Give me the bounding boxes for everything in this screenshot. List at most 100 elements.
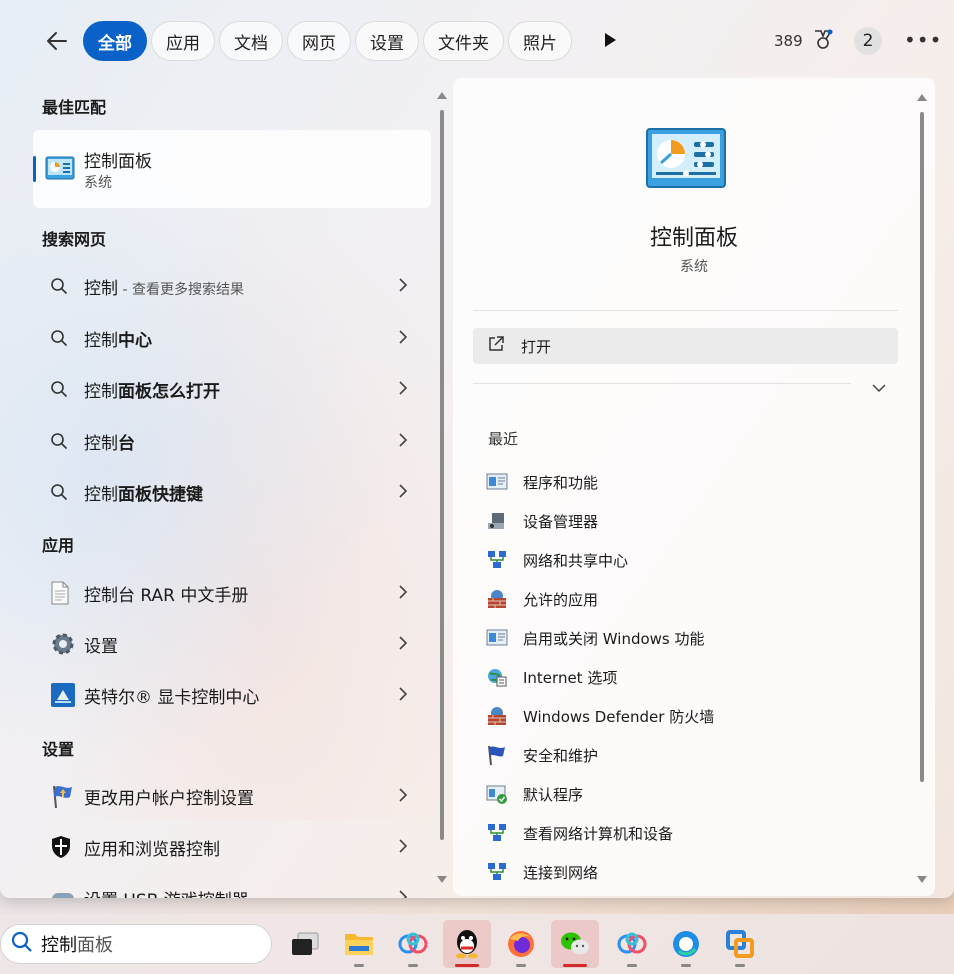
scroll-down-arrow[interactable] [917, 876, 927, 883]
tab-all[interactable]: 全部 [83, 21, 147, 61]
setting-item[interactable]: 应用和浏览器控制 [44, 827, 422, 867]
control-panel-icon [45, 156, 75, 186]
more-tabs-play-icon[interactable] [603, 32, 617, 52]
back-arrow-icon[interactable] [44, 28, 70, 54]
file-explorer-icon[interactable] [335, 920, 383, 968]
internet-options-icon [486, 666, 508, 688]
scroll-up-arrow[interactable] [917, 94, 927, 101]
chevron-down-icon[interactable] [872, 378, 886, 397]
programs-icon [486, 471, 508, 493]
network-icon [486, 549, 508, 571]
tab-web[interactable]: 网页 [287, 21, 351, 61]
search-suggestion-text: 面板 [77, 935, 113, 956]
running-indicator [455, 964, 479, 967]
firefox-icon[interactable] [497, 920, 545, 968]
web-result-item[interactable]: 控制面板怎么打开 [44, 369, 422, 409]
web-result-item[interactable]: 控制台 [44, 421, 422, 461]
baidu-netdisk-icon[interactable] [389, 920, 437, 968]
divider [473, 383, 851, 384]
web-result-item[interactable]: 控制中心 [44, 318, 422, 358]
tab-photos[interactable]: 照片 [508, 21, 572, 61]
chevron-right-icon [398, 889, 408, 898]
chevron-right-icon [398, 838, 408, 859]
recent-item[interactable]: 默认程序 [486, 779, 583, 809]
recent-item[interactable]: 启用或关闭 Windows 功能 [486, 623, 705, 653]
firewall-icon [486, 588, 508, 610]
running-indicator [627, 964, 637, 967]
detail-pane: 控制面板 系统 打开 最近 程序和功能 设备管理器 网络和共享中心 允许的应用 … [453, 78, 935, 896]
best-match-subtitle: 系统 [84, 175, 112, 191]
wechat-icon[interactable] [551, 920, 599, 968]
app-icon[interactable] [716, 920, 764, 968]
divider [473, 310, 898, 311]
tab-documents[interactable]: 文档 [219, 21, 283, 61]
web-result-item[interactable]: 控制 - 查看更多搜索结果 [44, 266, 422, 306]
taskbar: 控制面板 [0, 914, 954, 974]
right-scrollbar[interactable] [920, 112, 924, 782]
qq-icon[interactable] [443, 920, 491, 968]
recent-item[interactable]: 允许的应用 [486, 584, 598, 614]
open-button[interactable]: 打开 [473, 328, 898, 364]
recent-item[interactable]: Internet 选项 [486, 662, 617, 692]
app-item[interactable]: 控制台 RAR 中文手册 [44, 573, 422, 613]
search-icon [44, 432, 76, 450]
recent-header: 最近 [488, 430, 519, 448]
chevron-right-icon [398, 432, 408, 453]
selection-indicator [33, 156, 36, 182]
edge-browser-icon[interactable] [662, 920, 710, 968]
running-indicator [354, 964, 364, 967]
uac-flag-icon [44, 783, 76, 809]
best-match-title: 控制面板 [84, 152, 152, 172]
default-programs-icon [486, 783, 508, 805]
chevron-right-icon [398, 584, 408, 605]
recent-item[interactable]: 查看网络计算机和设备 [486, 818, 673, 848]
search-typed-text: 控制 [41, 935, 77, 956]
scroll-down-arrow[interactable] [437, 876, 447, 883]
app-item[interactable]: 英特尔® 显卡控制中心 [44, 675, 422, 715]
chevron-right-icon [398, 686, 408, 707]
intel-graphics-icon [44, 682, 76, 708]
tab-settings[interactable]: 设置 [355, 21, 419, 61]
chevron-right-icon [398, 483, 408, 504]
web-search-header: 搜索网页 [42, 230, 107, 249]
tab-folders[interactable]: 文件夹 [423, 21, 504, 61]
windows-features-icon [486, 627, 508, 649]
chevron-right-icon [398, 277, 408, 298]
chevron-right-icon [398, 635, 408, 656]
chevron-right-icon [398, 380, 408, 401]
recent-item[interactable]: Windows Defender 防火墙 [486, 701, 714, 731]
recent-item[interactable]: 设备管理器 [486, 506, 598, 536]
task-view-icon[interactable] [281, 920, 329, 968]
device-manager-icon [486, 510, 508, 532]
rewards-medal-icon[interactable] [812, 29, 834, 55]
more-options-icon[interactable]: ••• [904, 28, 942, 52]
setting-item[interactable]: 更改用户帐户控制设置 [44, 776, 422, 816]
app-item[interactable]: 设置 [44, 624, 422, 664]
taskbar-search-box[interactable]: 控制面板 [0, 924, 272, 964]
security-flag-icon [486, 744, 508, 766]
best-match-item[interactable]: 控制面板 系统 [33, 130, 431, 208]
baidu-netdisk-icon[interactable] [608, 920, 656, 968]
tab-apps[interactable]: 应用 [151, 21, 215, 61]
best-match-header: 最佳匹配 [42, 98, 107, 117]
running-indicator [563, 964, 587, 967]
scroll-up-arrow[interactable] [437, 92, 447, 99]
notification-count-badge[interactable]: 2 [854, 27, 882, 55]
recent-item[interactable]: 连接到网络 [486, 857, 598, 887]
shield-icon [44, 835, 76, 859]
left-scrollbar[interactable] [440, 110, 444, 840]
chevron-right-icon [398, 787, 408, 808]
network-icon [486, 861, 508, 883]
gear-icon [44, 631, 76, 657]
running-indicator [681, 964, 691, 967]
control-panel-large-icon [646, 128, 726, 194]
filter-tabs: 全部 应用 文档 网页 设置 文件夹 照片 [83, 21, 572, 61]
running-indicator [516, 964, 526, 967]
web-result-item[interactable]: 控制面板快捷键 [44, 472, 422, 512]
recent-item[interactable]: 安全和维护 [486, 740, 598, 770]
recent-item[interactable]: 网络和共享中心 [486, 545, 628, 575]
chevron-right-icon [398, 329, 408, 350]
recent-item[interactable]: 程序和功能 [486, 467, 598, 497]
setting-item[interactable]: 设置 USB 游戏控制器 [44, 878, 422, 898]
start-search-panel: 全部 应用 文档 网页 设置 文件夹 照片 389 2 ••• 最佳匹配 控制面… [0, 0, 954, 898]
